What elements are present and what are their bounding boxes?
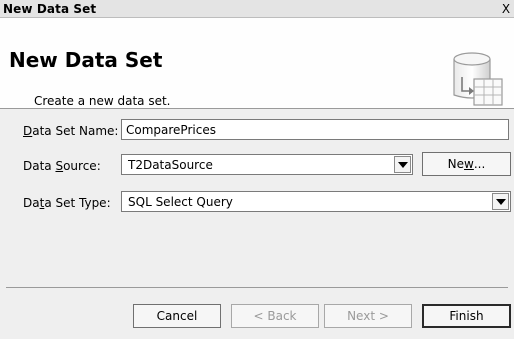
label-text: ata Set Name: — [32, 124, 119, 138]
data-source-dropdown-button[interactable] — [394, 156, 411, 173]
label-text: Data — [23, 159, 56, 173]
mnemonic-d: D — [23, 124, 33, 138]
data-set-type-label: Data Set Type: — [23, 196, 111, 210]
data-set-icon — [453, 52, 503, 106]
title-bar[interactable]: New Data Set X — [0, 0, 514, 18]
cancel-button[interactable]: Cancel — [133, 304, 221, 328]
footer-separator — [6, 287, 508, 288]
back-button[interactable]: < Back — [231, 304, 319, 328]
label-text: a Set Type: — [44, 196, 111, 210]
mnemonic-s: S — [55, 159, 64, 173]
data-source-label: Data Source: — [23, 159, 101, 173]
data-source-value: T2DataSource — [128, 158, 213, 172]
next-button[interactable]: Next > — [324, 304, 412, 328]
data-set-name-label: Data Set Name: — [23, 124, 118, 138]
new-data-source-button[interactable]: Ne w... — [422, 152, 511, 176]
data-set-type-value: SQL Select Query — [128, 195, 233, 209]
mnemonic-w: w — [464, 157, 474, 171]
data-set-type-select[interactable]: SQL Select Query — [121, 191, 511, 212]
button-text: Ne — [447, 157, 465, 171]
banner-title: New Data Set — [9, 48, 163, 72]
data-set-type-dropdown-button[interactable] — [492, 193, 509, 210]
data-source-select[interactable]: T2DataSource — [121, 154, 413, 175]
new-data-set-dialog: New Data Set X New Data Set Create a new… — [0, 0, 514, 339]
window-title: New Data Set — [3, 1, 97, 16]
wizard-banner: New Data Set Create a new data set. — [0, 18, 514, 109]
close-icon[interactable]: X — [500, 2, 512, 16]
chevron-down-icon — [495, 198, 506, 205]
banner-subtitle: Create a new data set. — [34, 94, 171, 108]
chevron-down-icon — [397, 161, 408, 168]
label-text: Da — [23, 196, 40, 210]
data-set-name-input[interactable]: ComparePrices — [121, 119, 509, 140]
button-text: ... — [473, 157, 486, 171]
label-text: ource: — [63, 159, 101, 173]
finish-button[interactable]: Finish — [422, 304, 511, 328]
